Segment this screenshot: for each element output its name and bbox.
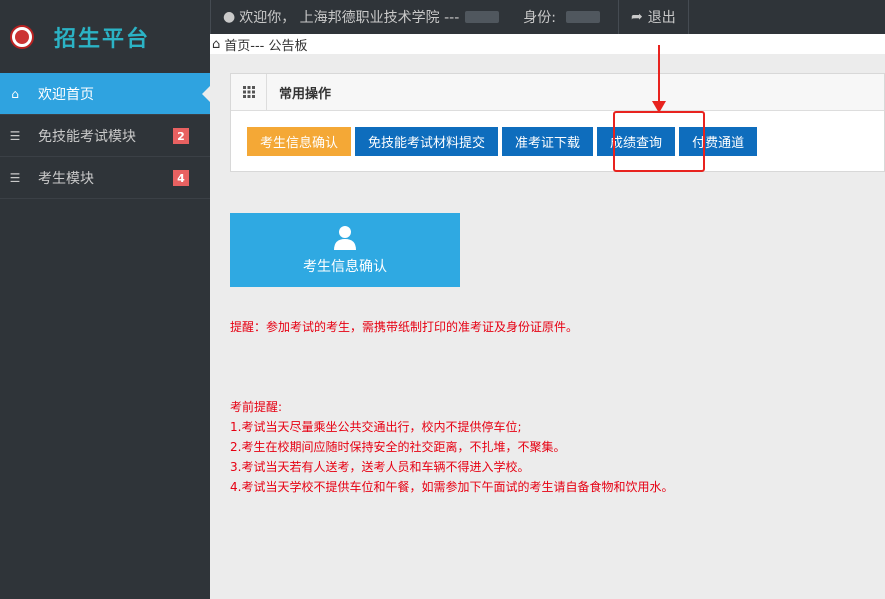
sidebar-item-candidate[interactable]: ☰ 考生模块 4 [0, 157, 210, 199]
skill-exempt-materials-submit-button[interactable]: 免技能考试材料提交 [355, 127, 499, 156]
breadcrumb: ⌂ 首页--- 公告板 [210, 34, 885, 54]
grid-icon [231, 73, 267, 111]
exam-notes: 考前提醒: 1.考试当天尽量乘坐公共交通出行，校内不提供停车位; 2.考生在校期… [230, 397, 673, 497]
logout-button[interactable]: ➦ 退出 [619, 7, 688, 27]
breadcrumb-text: 首页--- 公告板 [224, 38, 308, 54]
exam-note-line: 1.考试当天尽量乘坐公共交通出行，校内不提供停车位; [230, 420, 522, 434]
redacted-name [465, 11, 500, 23]
sidebar-item-home[interactable]: ⌂ 欢迎首页 [0, 73, 210, 115]
sidebar-item-label: 考生模块 [38, 170, 94, 187]
sidebar-item-label: 欢迎首页 [38, 86, 94, 103]
top-bar: ● 欢迎你， 上海邦德职业技术学院 --- 身份: ➦ 退出 [210, 0, 885, 34]
count-badge: 4 [173, 170, 189, 186]
home-icon: ⌂ [11, 86, 19, 101]
exam-note-line: 3.考试当天若有人送考，送考人员和车辆不得进入学校。 [230, 460, 530, 474]
panel-header: 常用操作 [231, 73, 884, 111]
sidebar-item-label: 免技能考试模块 [38, 128, 136, 145]
exam-note-line: 4.考试当天学校不提供车位和午餐，如需参加下午面试的考生请自备食物和饮用水。 [230, 480, 674, 494]
count-badge: 2 [173, 128, 189, 144]
share-icon: ➦ [631, 9, 643, 25]
admission-ticket-download-button[interactable]: 准考证下载 [502, 127, 594, 156]
sidebar: 招生平台 ⌂ 欢迎首页 ☰ 免技能考试模块 2 ☰ 考生模块 4 [0, 0, 210, 599]
list-icon: ☰ [9, 128, 21, 143]
welcome-text: 欢迎你， 上海邦德职业技术学院 --- [239, 10, 460, 26]
exam-note-line: 2.考生在校期间应随时保持安全的社交距离，不扎堆，不聚集。 [230, 440, 566, 454]
user-icon [334, 226, 356, 250]
user-info: ● 欢迎你， 上海邦德职业技术学院 --- 身份: [211, 7, 612, 27]
school-logo-icon [10, 24, 34, 49]
candidate-info-confirm-tile[interactable]: 考生信息确认 [230, 213, 460, 287]
home-icon: ⌂ [212, 36, 221, 52]
common-operations-panel: 常用操作 考生信息确认 免技能考试材料提交 准考证下载 成绩查询 付费通道 [230, 73, 885, 172]
user-icon: ● [223, 9, 236, 25]
panel-title: 常用操作 [279, 86, 332, 102]
sidebar-item-skill-exempt-exam[interactable]: ☰ 免技能考试模块 2 [0, 115, 210, 157]
exam-notes-title: 考前提醒: [230, 400, 283, 414]
identity-label: 身份: [523, 10, 556, 26]
redacted-identity [566, 11, 600, 23]
reminder-text: 提醒：参加考试的考生，需携带纸制打印的准考证及身份证原件。 [230, 320, 579, 334]
brand: 招生平台 [0, 0, 210, 73]
list-icon: ☰ [9, 170, 21, 185]
logout-label: 退出 [647, 10, 676, 26]
candidate-info-confirm-button[interactable]: 考生信息确认 [247, 127, 352, 156]
tile-label: 考生信息确认 [303, 259, 387, 275]
annotation-highlight-box [613, 111, 705, 172]
annotation-arrow-line [658, 45, 660, 103]
brand-title: 招生平台 [54, 26, 151, 52]
